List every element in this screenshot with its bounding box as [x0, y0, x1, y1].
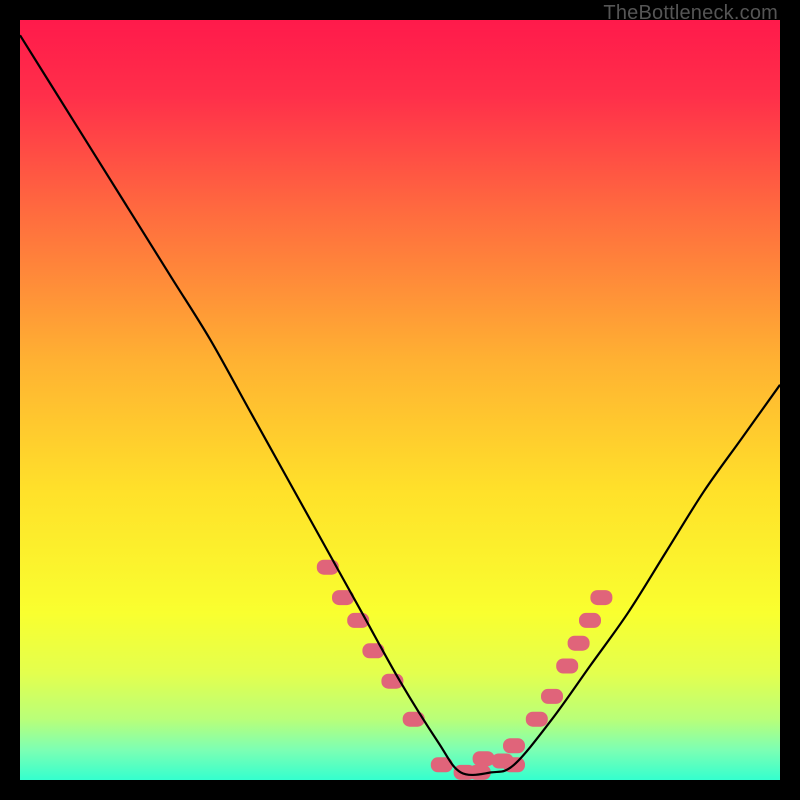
- curve-marker: [579, 613, 601, 628]
- curve-marker: [503, 738, 525, 753]
- curve-marker: [556, 659, 578, 674]
- marker-layer: [317, 560, 613, 780]
- curve-marker: [541, 689, 563, 704]
- curve-marker: [403, 712, 425, 727]
- curve-marker: [526, 712, 548, 727]
- curve-marker: [473, 751, 495, 766]
- watermark-label: TheBottleneck.com: [603, 2, 778, 25]
- chart-svg: [20, 20, 780, 780]
- curve-marker: [568, 636, 590, 651]
- bottleneck-curve: [20, 35, 780, 775]
- curve-marker: [590, 590, 612, 605]
- chart-frame: TheBottleneck.com: [0, 0, 800, 800]
- plot-area: [20, 20, 780, 780]
